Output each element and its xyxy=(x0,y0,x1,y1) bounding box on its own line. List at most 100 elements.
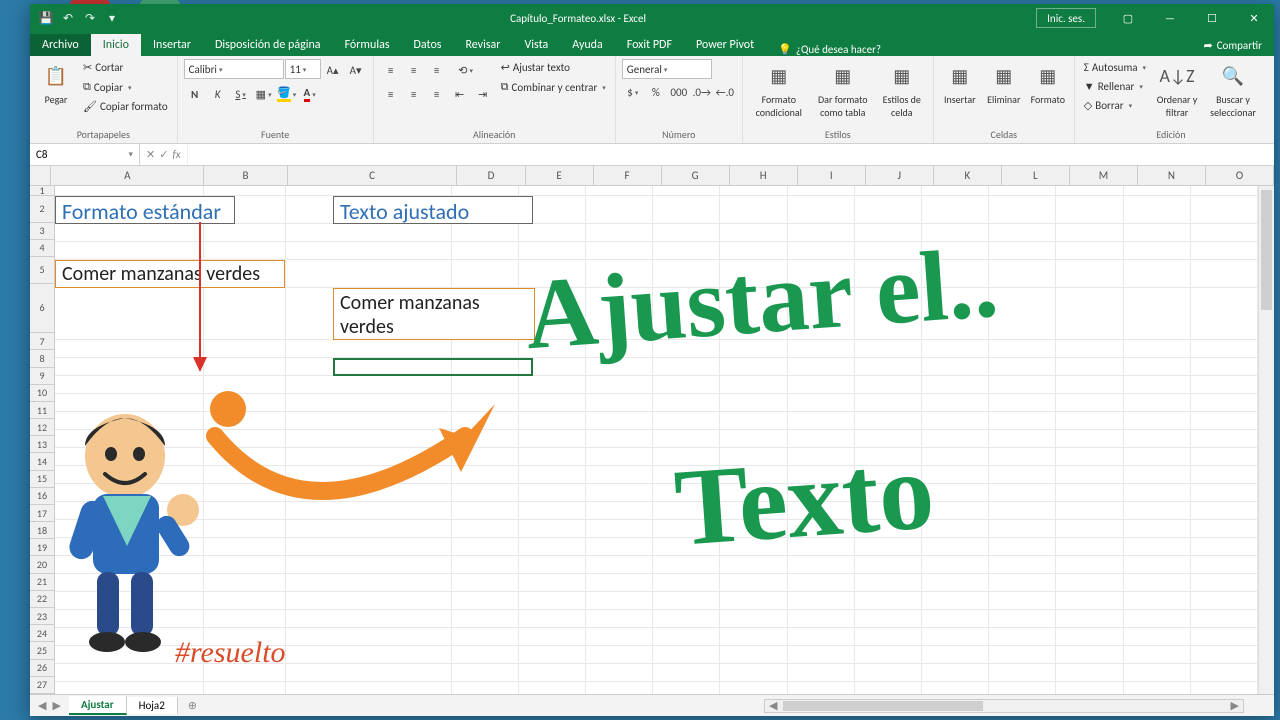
format-as-table-button[interactable]: ▦Dar formato como tabla xyxy=(813,59,873,119)
increase-font-button[interactable]: A▴ xyxy=(322,59,344,81)
add-sheet-button[interactable]: ⊕ xyxy=(178,699,207,712)
thousands-button[interactable]: 000 xyxy=(668,81,690,103)
sheet-nav-next-icon[interactable]: ▶ xyxy=(52,699,60,712)
column-header-h[interactable]: H xyxy=(730,166,798,186)
row-header-27[interactable]: 27 xyxy=(30,677,55,694)
percent-button[interactable]: % xyxy=(645,81,667,103)
number-format-select[interactable]: General xyxy=(622,59,712,79)
fill-button[interactable]: ▼Rellenar xyxy=(1081,78,1149,95)
tab-file[interactable]: Archivo xyxy=(30,34,91,56)
increase-decimal-button[interactable]: .0→ xyxy=(691,81,713,103)
row-header-7[interactable]: 7 xyxy=(30,333,55,350)
decrease-decimal-button[interactable]: ←.0 xyxy=(714,81,736,103)
sheet-nav-prev-icon[interactable]: ◀ xyxy=(38,699,46,712)
column-header-o[interactable]: O xyxy=(1206,166,1274,186)
cells-area[interactable]: Formato estándar Texto ajustado Comer ma… xyxy=(55,186,1274,694)
wrap-text-button[interactable]: ↩Ajustar texto xyxy=(498,59,609,76)
select-all-corner[interactable] xyxy=(30,166,51,186)
tab-formulas[interactable]: Fórmulas xyxy=(333,34,402,56)
row-header-24[interactable]: 24 xyxy=(30,625,55,642)
horizontal-scrollbar[interactable]: ◀ ▶ xyxy=(764,699,1244,713)
column-header-f[interactable]: F xyxy=(594,166,662,186)
column-header-c[interactable]: C xyxy=(288,166,458,186)
worksheet-grid[interactable]: ABCDEFGHIJKLMNO 123456789101112131415161… xyxy=(30,166,1274,694)
column-header-k[interactable]: K xyxy=(934,166,1002,186)
column-header-a[interactable]: A xyxy=(51,166,204,186)
sort-filter-button[interactable]: A↓ZOrdenar y filtrar xyxy=(1153,59,1201,119)
paste-button[interactable]: 📋 Pegar xyxy=(36,59,76,106)
vertical-scrollbar[interactable] xyxy=(1258,186,1274,694)
formula-bar[interactable] xyxy=(188,144,1274,165)
tab-data[interactable]: Datos xyxy=(402,34,454,56)
tell-me-search[interactable]: 💡 ¿Qué desea hacer? xyxy=(778,43,881,56)
tab-insert[interactable]: Insertar xyxy=(141,34,203,56)
column-header-n[interactable]: N xyxy=(1138,166,1206,186)
conditional-format-button[interactable]: ▦Formato condicional xyxy=(749,59,809,119)
tab-foxit[interactable]: Foxit PDF xyxy=(615,34,684,56)
merge-center-button[interactable]: ⧉Combinar y centrar xyxy=(498,78,609,96)
fx-icon[interactable]: fx xyxy=(172,148,180,161)
delete-cells-button[interactable]: ▦Eliminar xyxy=(984,59,1024,106)
row-header-2[interactable]: 2 xyxy=(30,196,55,223)
row-header-3[interactable]: 3 xyxy=(30,223,55,240)
column-header-j[interactable]: J xyxy=(866,166,934,186)
align-left-button[interactable]: ≡ xyxy=(380,83,402,105)
row-header-20[interactable]: 20 xyxy=(30,556,55,573)
row-header-6[interactable]: 6 xyxy=(30,284,55,334)
row-header-18[interactable]: 18 xyxy=(30,522,55,539)
column-header-l[interactable]: L xyxy=(1002,166,1070,186)
tab-view[interactable]: Vista xyxy=(512,34,560,56)
cut-button[interactable]: ✂Cortar xyxy=(80,59,171,76)
align-middle-button[interactable]: ≡ xyxy=(403,59,425,81)
tab-layout[interactable]: Disposición de página xyxy=(203,34,333,56)
font-size-select[interactable]: 11 xyxy=(285,59,321,79)
close-button[interactable]: ✕ xyxy=(1234,4,1274,32)
row-header-14[interactable]: 14 xyxy=(30,453,55,470)
column-header-m[interactable]: M xyxy=(1070,166,1138,186)
qat-dropdown-icon[interactable]: ▾ xyxy=(104,10,120,26)
align-right-button[interactable]: ≡ xyxy=(426,83,448,105)
increase-indent-button[interactable]: ⇥ xyxy=(472,83,494,105)
accept-formula-icon[interactable]: ✓ xyxy=(159,148,168,161)
cell-styles-button[interactable]: ▦Estilos de celda xyxy=(877,59,927,119)
autosum-button[interactable]: ΣAutosuma xyxy=(1081,59,1149,76)
tab-home[interactable]: Inicio xyxy=(91,34,141,56)
format-cells-button[interactable]: ▦Formato xyxy=(1028,59,1068,106)
cancel-formula-icon[interactable]: ✕ xyxy=(146,148,155,161)
borders-button[interactable]: ▦ xyxy=(253,83,275,105)
tab-powerpivot[interactable]: Power Pivot xyxy=(684,34,766,56)
align-center-button[interactable]: ≡ xyxy=(403,83,425,105)
row-header-4[interactable]: 4 xyxy=(30,240,55,257)
currency-button[interactable]: $ xyxy=(622,81,644,103)
bold-button[interactable]: N xyxy=(184,83,206,105)
redo-icon[interactable]: ↷ xyxy=(82,10,98,26)
row-header-10[interactable]: 10 xyxy=(30,385,55,402)
row-header-21[interactable]: 21 xyxy=(30,574,55,591)
row-header-13[interactable]: 13 xyxy=(30,436,55,453)
row-header-25[interactable]: 25 xyxy=(30,642,55,659)
font-color-button[interactable]: A xyxy=(299,83,321,105)
column-header-e[interactable]: E xyxy=(526,166,594,186)
find-select-button[interactable]: 🔍Buscar y seleccionar xyxy=(1205,59,1261,119)
minimize-button[interactable]: — xyxy=(1150,4,1190,32)
scroll-right-icon[interactable]: ▶ xyxy=(1227,699,1243,712)
row-header-11[interactable]: 11 xyxy=(30,402,55,419)
save-icon[interactable]: 💾 xyxy=(38,10,54,26)
orientation-button[interactable]: ⟲ xyxy=(455,59,477,81)
maximize-button[interactable]: ☐ xyxy=(1192,4,1232,32)
column-header-d[interactable]: D xyxy=(457,166,525,186)
align-top-button[interactable]: ≡ xyxy=(380,59,402,81)
share-button[interactable]: ➦ Compartir xyxy=(1191,35,1274,56)
sign-in-button[interactable]: Inic. ses. xyxy=(1036,8,1096,28)
row-header-23[interactable]: 23 xyxy=(30,608,55,625)
sheet-tab-active[interactable]: Ajustar xyxy=(69,696,127,715)
row-header-9[interactable]: 9 xyxy=(30,368,55,385)
font-name-select[interactable]: Calibri xyxy=(184,59,284,79)
clear-button[interactable]: ◇Borrar xyxy=(1081,97,1149,114)
row-header-8[interactable]: 8 xyxy=(30,350,55,367)
tab-help[interactable]: Ayuda xyxy=(560,34,615,56)
tab-review[interactable]: Revisar xyxy=(453,34,512,56)
column-header-i[interactable]: I xyxy=(798,166,866,186)
italic-button[interactable]: K xyxy=(207,83,229,105)
row-header-5[interactable]: 5 xyxy=(30,257,55,284)
